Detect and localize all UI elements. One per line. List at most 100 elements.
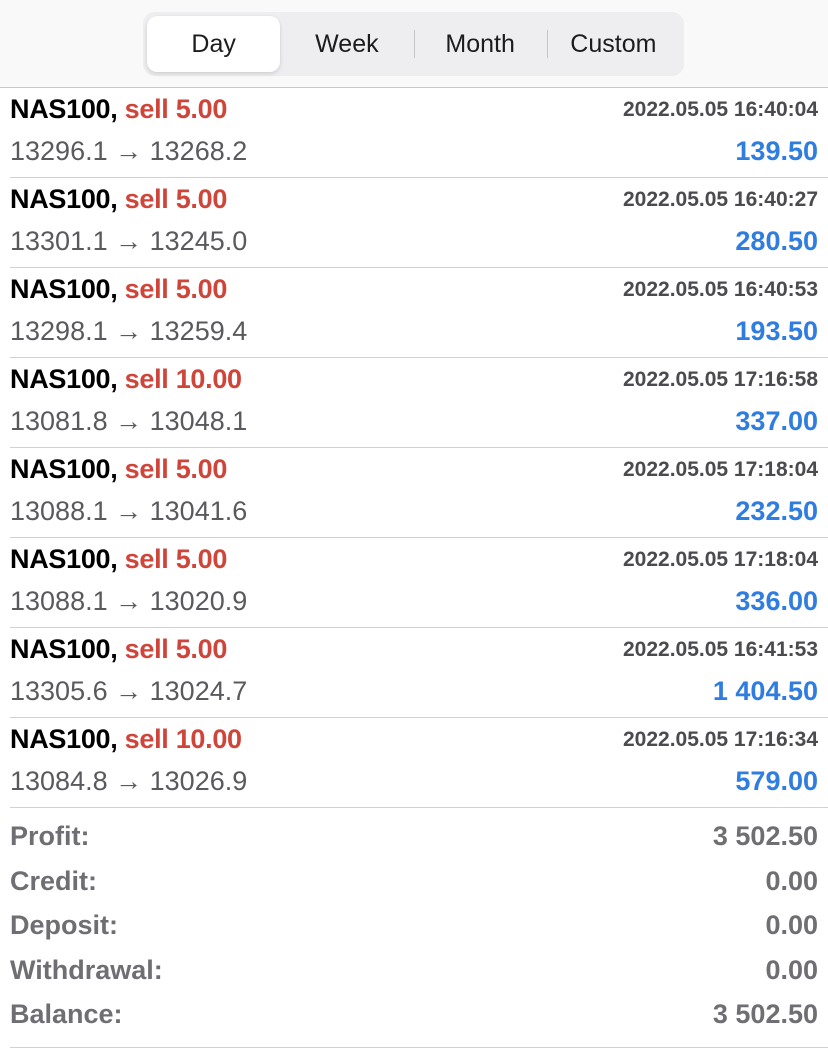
deal-close-price: 13041.6 xyxy=(149,496,248,526)
deal-close-price: 13048.1 xyxy=(149,406,248,436)
summary-credit-value: 0.00 xyxy=(765,865,818,896)
deal-prices: 13088.1 → 13020.9 xyxy=(10,586,247,617)
deal-symbol: NAS100, xyxy=(10,364,118,394)
summary-balance-value: 3 502.50 xyxy=(712,999,818,1029)
deal-prices: 13296.1 → 13268.2 xyxy=(10,136,247,167)
deal-side: sell 5.00 xyxy=(124,634,228,664)
deal-prices: 13305.6 → 13024.7 xyxy=(10,676,247,707)
deal-row[interactable]: NAS100, sell 5.00 2022.05.05 17:18:04 13… xyxy=(10,538,828,628)
arrow-right-icon: → xyxy=(115,406,143,436)
deal-open-price: 13088.1 xyxy=(10,496,108,526)
deal-title: NAS100, sell 10.00 xyxy=(10,724,242,755)
tab-month[interactable]: Month xyxy=(413,16,547,72)
deal-symbol: NAS100, xyxy=(10,274,118,304)
deal-prices: 13084.8 → 13026.9 xyxy=(10,766,247,797)
deal-title: NAS100, sell 5.00 xyxy=(10,454,227,485)
deal-open-price: 13081.8 xyxy=(10,406,108,436)
deal-title: NAS100, sell 5.00 xyxy=(10,274,227,305)
deal-time: 2022.05.05 16:40:53 xyxy=(623,278,818,301)
tab-day-label: Day xyxy=(191,29,236,58)
arrow-right-icon: → xyxy=(115,586,143,616)
deal-symbol: NAS100, xyxy=(10,724,118,754)
deal-profit: 280.50 xyxy=(735,226,818,256)
divider xyxy=(10,1047,828,1048)
deal-profit: 579.00 xyxy=(735,766,818,796)
deal-time: 2022.05.05 17:16:58 xyxy=(623,368,818,391)
deal-time: 2022.05.05 16:40:04 xyxy=(623,98,818,121)
period-segmented-control: Day Week Month Custom xyxy=(143,12,684,76)
deal-title: NAS100, sell 5.00 xyxy=(10,184,227,215)
tab-custom-label: Custom xyxy=(570,29,657,58)
arrow-right-icon: → xyxy=(115,136,143,166)
summary-balance-label: Balance: xyxy=(10,999,123,1029)
deal-row[interactable]: NAS100, sell 10.00 2022.05.05 17:16:58 1… xyxy=(10,358,828,448)
summary-profit-value: 3 502.50 xyxy=(712,821,818,851)
deal-side: sell 10.00 xyxy=(124,364,242,394)
deal-prices: 13081.8 → 13048.1 xyxy=(10,406,247,437)
deal-symbol: NAS100, xyxy=(10,184,118,214)
summary-withdrawal-label: Withdrawal: xyxy=(10,954,163,985)
deal-row[interactable]: NAS100, sell 5.00 2022.05.05 16:40:27 13… xyxy=(10,178,828,268)
deal-prices: 13298.1 → 13259.4 xyxy=(10,316,247,347)
arrow-right-icon: → xyxy=(115,316,143,346)
deal-prices: 13301.1 → 13245.0 xyxy=(10,226,247,257)
deal-open-price: 13088.1 xyxy=(10,586,108,616)
deals-list: NAS100, sell 5.00 2022.05.05 16:40:04 13… xyxy=(0,88,828,808)
deal-close-price: 13259.4 xyxy=(149,316,248,346)
deal-symbol: NAS100, xyxy=(10,634,118,664)
deal-title: NAS100, sell 5.00 xyxy=(10,634,227,665)
deal-row[interactable]: NAS100, sell 5.00 2022.05.05 16:40:04 13… xyxy=(10,88,828,178)
deal-close-price: 13268.2 xyxy=(149,136,248,166)
deal-title: NAS100, sell 10.00 xyxy=(10,364,242,395)
tab-day[interactable]: Day xyxy=(147,16,281,72)
account-summary: Profit: 3 502.50 Credit: 0.00 Deposit: 0… xyxy=(10,815,818,1038)
deal-profit: 337.00 xyxy=(735,406,818,436)
arrow-right-icon: → xyxy=(115,676,143,706)
deal-row[interactable]: NAS100, sell 5.00 2022.05.05 17:18:04 13… xyxy=(10,448,828,538)
arrow-right-icon: → xyxy=(115,766,143,796)
deal-time: 2022.05.05 17:18:04 xyxy=(623,548,818,571)
deal-profit: 193.50 xyxy=(735,316,818,346)
summary-profit-label: Profit: xyxy=(10,821,90,851)
deal-profit: 1 404.50 xyxy=(712,676,818,706)
period-header: Day Week Month Custom xyxy=(0,0,828,88)
deal-side: sell 5.00 xyxy=(124,94,228,124)
summary-withdrawal-value: 0.00 xyxy=(765,954,818,985)
tab-custom[interactable]: Custom xyxy=(546,16,680,72)
summary-credit-row: Credit: 0.00 xyxy=(10,860,818,905)
deal-open-price: 13298.1 xyxy=(10,316,108,346)
tab-month-label: Month xyxy=(445,29,515,58)
deal-open-price: 13296.1 xyxy=(10,136,108,166)
deal-symbol: NAS100, xyxy=(10,454,118,484)
arrow-right-icon: → xyxy=(115,226,143,256)
arrow-right-icon: → xyxy=(115,496,143,526)
deal-profit: 232.50 xyxy=(735,496,818,526)
deal-open-price: 13084.8 xyxy=(10,766,108,796)
deal-profit: 336.00 xyxy=(735,586,818,616)
deal-time: 2022.05.05 17:18:04 xyxy=(623,458,818,481)
deal-open-price: 13301.1 xyxy=(10,226,108,256)
summary-withdrawal-row: Withdrawal: 0.00 xyxy=(10,949,818,994)
tab-week-label: Week xyxy=(315,29,379,58)
deal-close-price: 13020.9 xyxy=(149,586,248,616)
deal-time: 2022.05.05 16:41:53 xyxy=(623,638,818,661)
deal-symbol: NAS100, xyxy=(10,94,118,124)
deal-row[interactable]: NAS100, sell 5.00 2022.05.05 16:40:53 13… xyxy=(10,268,828,358)
tab-week[interactable]: Week xyxy=(280,16,413,72)
deal-title: NAS100, sell 5.00 xyxy=(10,544,227,575)
deal-side: sell 10.00 xyxy=(124,724,242,754)
deal-profit: 139.50 xyxy=(735,136,818,166)
deal-row[interactable]: NAS100, sell 10.00 2022.05.05 17:16:34 1… xyxy=(10,718,828,808)
deal-row[interactable]: NAS100, sell 5.00 2022.05.05 16:41:53 13… xyxy=(10,628,828,718)
summary-credit-label: Credit: xyxy=(10,865,97,896)
summary-deposit-label: Deposit: xyxy=(10,910,118,940)
deal-side: sell 5.00 xyxy=(124,274,228,304)
deal-prices: 13088.1 → 13041.6 xyxy=(10,496,247,527)
summary-profit-row: Profit: 3 502.50 xyxy=(10,815,818,860)
summary-deposit-value: 0.00 xyxy=(765,910,818,940)
deal-side: sell 5.00 xyxy=(124,544,228,574)
summary-balance-row: Balance: 3 502.50 xyxy=(10,993,818,1038)
deal-close-price: 13024.7 xyxy=(149,676,248,706)
summary-deposit-row: Deposit: 0.00 xyxy=(10,904,818,949)
deal-title: NAS100, sell 5.00 xyxy=(10,94,227,125)
